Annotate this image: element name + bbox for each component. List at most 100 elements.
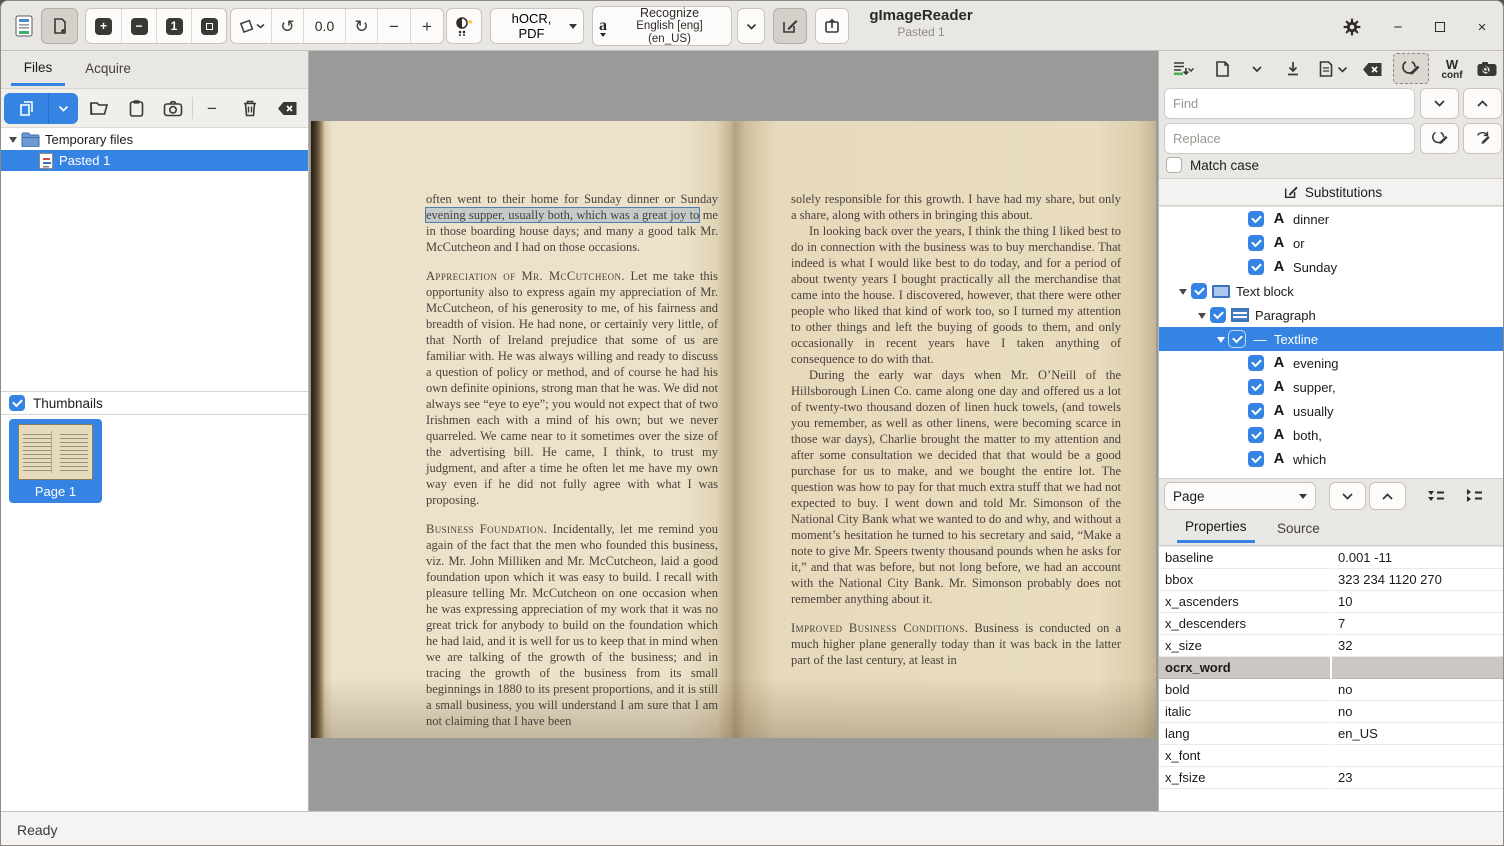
find-replace-toggle[interactable] bbox=[1393, 53, 1429, 84]
document-canvas[interactable]: often went to their home for Sunday dinn… bbox=[309, 51, 1158, 811]
delete-source-button[interactable] bbox=[236, 94, 264, 122]
hocr-tree-row[interactable]: evening bbox=[1159, 351, 1504, 375]
selected-textline-highlight[interactable]: evening supper, usually both, which was … bbox=[426, 208, 699, 222]
property-row[interactable]: x_font bbox=[1159, 745, 1504, 767]
hocr-tree-row[interactable]: Textline bbox=[1159, 327, 1504, 351]
minimize-button[interactable]: − bbox=[1385, 14, 1411, 40]
hocr-tree-row[interactable]: Sunday bbox=[1159, 255, 1504, 279]
tree-file-row-selected[interactable]: Pasted 1 bbox=[1, 150, 308, 171]
property-row[interactable]: x_fsize 23 bbox=[1159, 767, 1504, 789]
preview-button[interactable] bbox=[1473, 54, 1501, 84]
clear-sources-button[interactable] bbox=[273, 94, 301, 122]
replace-button[interactable] bbox=[1420, 123, 1459, 154]
expander-icon[interactable] bbox=[9, 137, 17, 147]
thumbnails-checkbox[interactable] bbox=[9, 395, 25, 411]
tab-files[interactable]: Files bbox=[11, 51, 65, 86]
replace-input[interactable] bbox=[1164, 123, 1415, 154]
tab-acquire[interactable]: Acquire bbox=[75, 51, 141, 86]
property-row[interactable]: italic no bbox=[1159, 701, 1504, 723]
rotate-ccw-button[interactable]: ↺ bbox=[271, 9, 303, 43]
hocr-tree-row[interactable]: Paragraph bbox=[1159, 303, 1504, 327]
ocr-output-pane-toggle[interactable] bbox=[773, 8, 807, 44]
expander-icon[interactable] bbox=[1179, 289, 1187, 299]
property-row[interactable]: bbox 323 234 1120 270 bbox=[1159, 569, 1504, 591]
add-images-split-button[interactable] bbox=[4, 93, 78, 124]
expand-all-button[interactable] bbox=[1417, 482, 1454, 510]
open-output-button[interactable] bbox=[1209, 54, 1235, 84]
zoom-original-button[interactable]: 1 bbox=[156, 9, 191, 43]
page-plus-button[interactable]: + bbox=[410, 9, 443, 43]
property-row[interactable]: x_ascenders 10 bbox=[1159, 591, 1504, 613]
page-select-dropdown[interactable]: Page bbox=[1164, 482, 1316, 510]
item-checkbox[interactable] bbox=[1248, 427, 1264, 443]
scanned-book-image[interactable]: often went to their home for Sunday dinn… bbox=[311, 121, 1156, 738]
property-row[interactable]: x_descenders 7 bbox=[1159, 613, 1504, 635]
expander-icon[interactable] bbox=[1217, 337, 1225, 347]
item-checkbox[interactable] bbox=[1248, 379, 1264, 395]
paste-clipboard-button[interactable] bbox=[122, 94, 150, 122]
paste-image-icon[interactable] bbox=[4, 93, 48, 124]
tab-source[interactable]: Source bbox=[1269, 513, 1328, 543]
hocr-tree-row[interactable]: both, bbox=[1159, 423, 1504, 447]
insert-mode-button[interactable] bbox=[1165, 54, 1201, 84]
import-text-button[interactable] bbox=[1281, 54, 1305, 84]
next-item-button[interactable] bbox=[1329, 482, 1366, 510]
substitutions-button[interactable]: Substitutions bbox=[1159, 178, 1504, 206]
add-images-menu[interactable] bbox=[48, 93, 78, 124]
property-row[interactable]: lang en_US bbox=[1159, 723, 1504, 745]
open-folder-button[interactable] bbox=[85, 94, 113, 122]
save-output-button[interactable] bbox=[1315, 54, 1351, 84]
output-format-dropdown[interactable]: hOCR, PDF bbox=[490, 8, 584, 44]
hocr-tree-row[interactable]: Text block bbox=[1159, 279, 1504, 303]
page-minus-button[interactable]: − bbox=[377, 9, 410, 43]
match-case-checkbox[interactable] bbox=[1166, 157, 1182, 173]
tab-properties[interactable]: Properties bbox=[1177, 513, 1255, 543]
item-checkbox[interactable] bbox=[1248, 403, 1264, 419]
minus-icon: − bbox=[207, 100, 217, 117]
item-checkbox[interactable] bbox=[1248, 211, 1264, 227]
maximize-button[interactable] bbox=[1427, 14, 1453, 40]
prev-item-button[interactable] bbox=[1369, 482, 1406, 510]
item-checkbox[interactable] bbox=[1248, 355, 1264, 371]
zoom-out-button[interactable]: − bbox=[121, 9, 156, 43]
rotate-mode-dropdown[interactable] bbox=[231, 9, 271, 43]
remove-source-button[interactable]: − bbox=[198, 94, 226, 122]
hocr-tree-row[interactable]: supper, bbox=[1159, 375, 1504, 399]
find-input[interactable] bbox=[1164, 88, 1415, 119]
hocr-tree-row[interactable]: which bbox=[1159, 447, 1504, 471]
zoom-in-button[interactable]: + bbox=[86, 9, 121, 43]
property-row[interactable]: ocrx_word bbox=[1159, 657, 1504, 679]
hocr-tree-row[interactable]: dinner bbox=[1159, 207, 1504, 231]
show-confidence-button[interactable]: W conf bbox=[1435, 54, 1469, 84]
screenshot-camera-button[interactable] bbox=[159, 94, 187, 122]
hocr-tree-row[interactable]: or bbox=[1159, 231, 1504, 255]
item-checkbox[interactable] bbox=[1191, 283, 1207, 299]
replace-all-button[interactable] bbox=[1463, 123, 1502, 154]
item-checkbox[interactable] bbox=[1248, 451, 1264, 467]
page-thumbnail[interactable]: Page 1 bbox=[9, 419, 102, 503]
recognize-button[interactable]: a Recognize English [eng] (en_US) bbox=[592, 6, 732, 46]
rotate-cw-button[interactable]: ↻ bbox=[345, 9, 377, 43]
output-menu-chevron[interactable] bbox=[1245, 54, 1269, 84]
item-checkbox[interactable] bbox=[1229, 331, 1245, 347]
property-row[interactable]: baseline 0.001 -11 bbox=[1159, 547, 1504, 569]
close-button[interactable]: × bbox=[1469, 14, 1495, 40]
settings-button[interactable] bbox=[1339, 14, 1365, 40]
rotation-value[interactable]: 0.0 bbox=[303, 9, 345, 43]
zoom-fit-button[interactable] bbox=[191, 9, 226, 43]
expander-icon[interactable] bbox=[1198, 313, 1206, 323]
item-checkbox[interactable] bbox=[1248, 259, 1264, 275]
find-next-button[interactable] bbox=[1420, 88, 1459, 119]
clear-output-button[interactable] bbox=[1359, 54, 1385, 84]
collapse-all-button[interactable] bbox=[1455, 482, 1492, 510]
property-row[interactable]: bold no bbox=[1159, 679, 1504, 701]
find-prev-button[interactable] bbox=[1463, 88, 1502, 119]
property-row[interactable]: x_size 32 bbox=[1159, 635, 1504, 657]
sources-pane-toggle-button[interactable] bbox=[41, 8, 78, 44]
tree-folder-row[interactable]: Temporary files bbox=[1, 129, 308, 150]
hocr-tree-row[interactable]: usually bbox=[1159, 399, 1504, 423]
item-checkbox[interactable] bbox=[1248, 235, 1264, 251]
item-checkbox[interactable] bbox=[1210, 307, 1226, 323]
recognize-menu-button[interactable] bbox=[737, 8, 765, 44]
image-controls-button[interactable] bbox=[446, 8, 482, 44]
